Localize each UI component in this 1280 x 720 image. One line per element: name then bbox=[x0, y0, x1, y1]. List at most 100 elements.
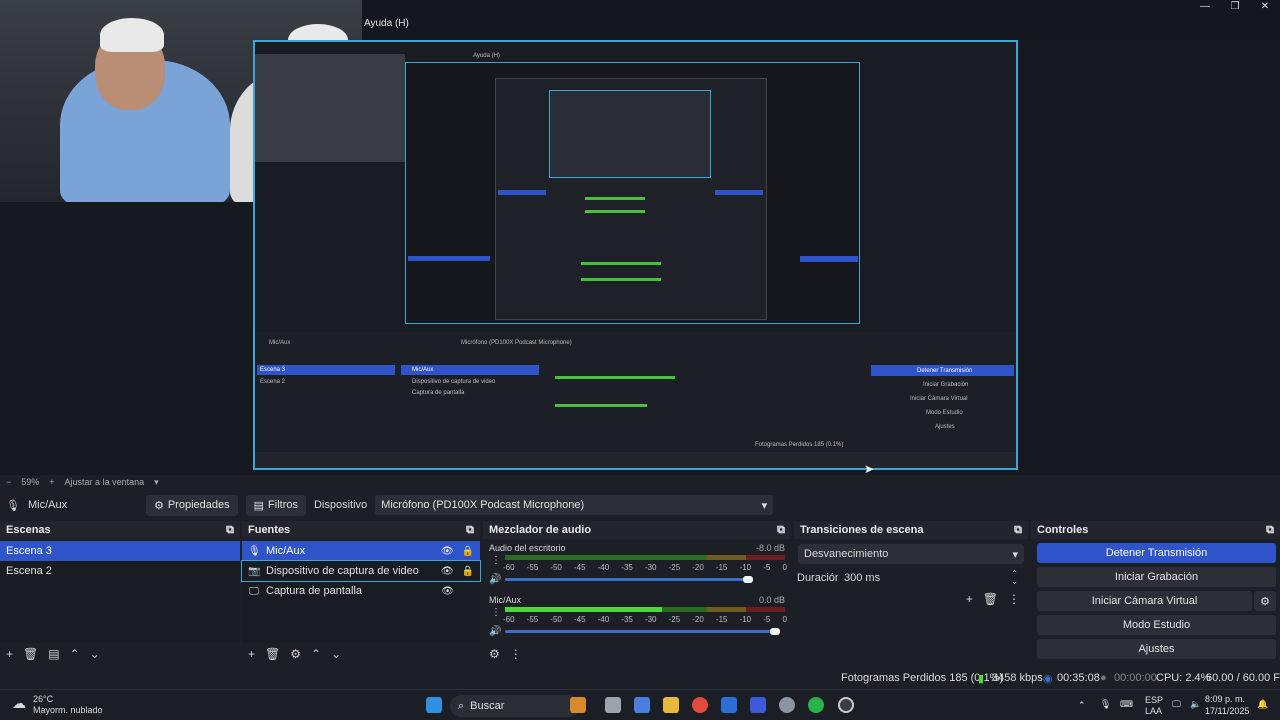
trash-icon[interactable]: 🗑 bbox=[265, 647, 280, 661]
properties-label: Propiedades bbox=[167, 499, 230, 511]
obs-icon[interactable] bbox=[838, 697, 854, 713]
chevron-down-icon[interactable]: ▾ bbox=[154, 477, 159, 488]
filters-button[interactable]: ▤ Filtros bbox=[245, 494, 306, 516]
zoom-out-button[interactable]: − bbox=[6, 477, 11, 487]
volume-slider[interactable] bbox=[505, 630, 775, 633]
meter-tick-label: -15 bbox=[715, 563, 728, 572]
trash-icon[interactable]: 🗑 bbox=[23, 647, 38, 661]
duration-stepper[interactable]: 300 ms ⌃ ⌄ bbox=[838, 568, 1024, 588]
copilot-icon[interactable] bbox=[634, 697, 650, 713]
move-down-icon[interactable]: ⌄ bbox=[90, 647, 100, 661]
device-select[interactable]: Micrófono (PD100X Podcast Microphone) ▾ bbox=[375, 495, 774, 515]
transition-select[interactable]: Desvanecimiento ▾ bbox=[798, 544, 1024, 564]
maximize-icon[interactable]: ❐ bbox=[1220, 0, 1250, 14]
store-icon[interactable] bbox=[750, 697, 766, 713]
channel-name: Audio del escritorio bbox=[489, 543, 566, 553]
trash-icon[interactable]: 🗑 bbox=[983, 592, 998, 606]
filter-icon[interactable]: ▤ bbox=[48, 647, 59, 661]
word-icon[interactable] bbox=[721, 697, 737, 713]
add-icon[interactable]: + bbox=[6, 647, 13, 661]
scene-item[interactable]: Escena 3 bbox=[0, 541, 240, 561]
kebab-menu-icon[interactable]: ⋮ bbox=[1008, 592, 1020, 606]
speaker-icon[interactable]: 🔊 bbox=[489, 626, 501, 637]
stop-streaming-button[interactable]: Detener Transmisión bbox=[1037, 543, 1276, 563]
eye-icon[interactable]: 👁 bbox=[441, 586, 454, 597]
close-icon[interactable]: ✕ bbox=[1250, 0, 1280, 14]
source-item[interactable]: 🎙 Mic/Aux 👁 🔒 bbox=[242, 541, 480, 561]
sources-title: Fuentes bbox=[248, 524, 291, 536]
microphone-icon: 🎙 bbox=[6, 499, 20, 512]
zoom-in-button[interactable]: + bbox=[49, 477, 54, 487]
taskbar-search[interactable]: ⌕ Buscar bbox=[450, 695, 580, 717]
projector-title: Ayuda (H) bbox=[364, 18, 409, 29]
meter-ticks: -60 -55 -50 -45 -40 -35 -30 -25 -20 -15 -10 -5 0 bbox=[503, 563, 787, 572]
stepper-arrows-icon[interactable]: ⌃ ⌄ bbox=[1011, 570, 1018, 586]
kebab-menu-icon[interactable]: ⋮ bbox=[491, 555, 501, 566]
mixer-body: Audio del escritorio -8.0 dB ⋮ -60 -55 -50… bbox=[483, 541, 791, 643]
eye-icon[interactable]: 👁 bbox=[441, 566, 454, 577]
add-icon[interactable]: + bbox=[966, 592, 973, 606]
mic-tray-icon[interactable]: 🎙 bbox=[1100, 699, 1111, 710]
fit-to-window-select[interactable]: Ajustar a la ventana bbox=[65, 477, 145, 487]
news-icon[interactable] bbox=[570, 697, 586, 713]
lock-icon[interactable]: 🔒 bbox=[462, 566, 474, 577]
lang-primary[interactable]: ESP bbox=[1145, 695, 1163, 705]
clock-date[interactable]: 17/11/2025 bbox=[1205, 706, 1249, 716]
move-down-icon[interactable]: ⌄ bbox=[331, 647, 341, 661]
gear-icon[interactable]: ⚙ bbox=[290, 647, 301, 661]
file-explorer-icon[interactable] bbox=[663, 697, 679, 713]
volume-slider[interactable] bbox=[505, 578, 748, 581]
move-up-icon[interactable]: ⌃ bbox=[70, 647, 80, 661]
source-item[interactable]: 📷 Dispositivo de captura de video 👁 🔒 bbox=[241, 560, 481, 582]
settings-gear-icon[interactable] bbox=[779, 697, 795, 713]
lang-secondary[interactable]: LAA bbox=[1145, 706, 1162, 716]
settings-button[interactable]: Ajustes bbox=[1037, 639, 1276, 659]
weather-icon[interactable]: ☁ bbox=[12, 695, 26, 712]
volume-knob[interactable] bbox=[770, 628, 780, 635]
meter-tick-label: -60 bbox=[503, 563, 515, 572]
start-recording-button[interactable]: Iniciar Grabación bbox=[1037, 567, 1276, 587]
keyboard-icon[interactable]: ⌨ bbox=[1120, 699, 1133, 710]
kebab-menu-icon[interactable]: ⋮ bbox=[510, 647, 522, 661]
audio-meter bbox=[505, 555, 785, 560]
gear-icon[interactable]: ⚙ bbox=[1254, 591, 1276, 611]
studio-mode-button[interactable]: Modo Estudio bbox=[1037, 615, 1276, 635]
kebab-menu-icon[interactable]: ⋮ bbox=[491, 607, 501, 618]
mixer-settings-icon[interactable]: ⚙ bbox=[489, 647, 500, 661]
channel-db: -8.0 dB bbox=[755, 543, 785, 553]
chevron-up-icon[interactable]: ⌃ bbox=[1078, 700, 1086, 711]
eye-icon[interactable]: 👁 bbox=[441, 546, 454, 557]
nested-control-2: Iniciar Grabación bbox=[923, 382, 969, 388]
whatsapp-icon[interactable] bbox=[808, 697, 824, 713]
scene-item[interactable]: Escena 2 bbox=[0, 561, 240, 581]
properties-button[interactable]: ⚙ Propiedades bbox=[145, 494, 238, 516]
network-icon[interactable]: 🖵 bbox=[1172, 699, 1181, 710]
volume-knob[interactable] bbox=[743, 576, 753, 583]
stream-time: 00:35:08 bbox=[1057, 672, 1100, 684]
chrome-icon[interactable] bbox=[692, 697, 708, 713]
dock-undock-icon[interactable]: ⧉ bbox=[777, 524, 785, 537]
add-icon[interactable]: + bbox=[248, 647, 255, 661]
preview-canvas[interactable]: Ayuda (H) — ❐ ✕ Ayuda (H) Mic/Aux Micróf… bbox=[0, 0, 1280, 475]
notification-bell-icon[interactable]: 🔔 bbox=[1257, 699, 1268, 710]
lock-icon[interactable]: 🔒 bbox=[462, 546, 474, 557]
move-up-icon[interactable]: ⌃ bbox=[311, 647, 321, 661]
nested-source-2: Dispositivo de captura de video bbox=[412, 379, 496, 385]
minimize-icon[interactable]: — bbox=[1190, 0, 1220, 14]
volume-icon[interactable]: 🔈 bbox=[1190, 699, 1201, 710]
nested-control-4: Modo Estudio bbox=[926, 410, 963, 416]
source-label: Captura de pantalla bbox=[266, 585, 363, 597]
dock-undock-icon[interactable]: ⧉ bbox=[1266, 524, 1274, 537]
clock-time[interactable]: 8:09 p. m. bbox=[1205, 694, 1245, 704]
speaker-icon[interactable]: 🔊 bbox=[489, 574, 501, 585]
meter-tick-label: -40 bbox=[597, 615, 610, 624]
dock-undock-icon[interactable]: ⧉ bbox=[466, 524, 474, 537]
source-item[interactable]: 🖵 Captura de pantalla 👁 bbox=[242, 581, 480, 601]
start-virtual-camera-button[interactable]: Iniciar Cámara Virtual bbox=[1037, 591, 1252, 611]
dock-undock-icon[interactable]: ⧉ bbox=[226, 524, 234, 537]
windows-start-icon[interactable] bbox=[426, 697, 442, 713]
duration-value: 300 ms bbox=[844, 572, 881, 584]
dock-undock-icon[interactable]: ⧉ bbox=[1014, 524, 1022, 537]
window-controls: — ❐ ✕ bbox=[1190, 0, 1280, 14]
task-view-icon[interactable] bbox=[605, 697, 621, 713]
